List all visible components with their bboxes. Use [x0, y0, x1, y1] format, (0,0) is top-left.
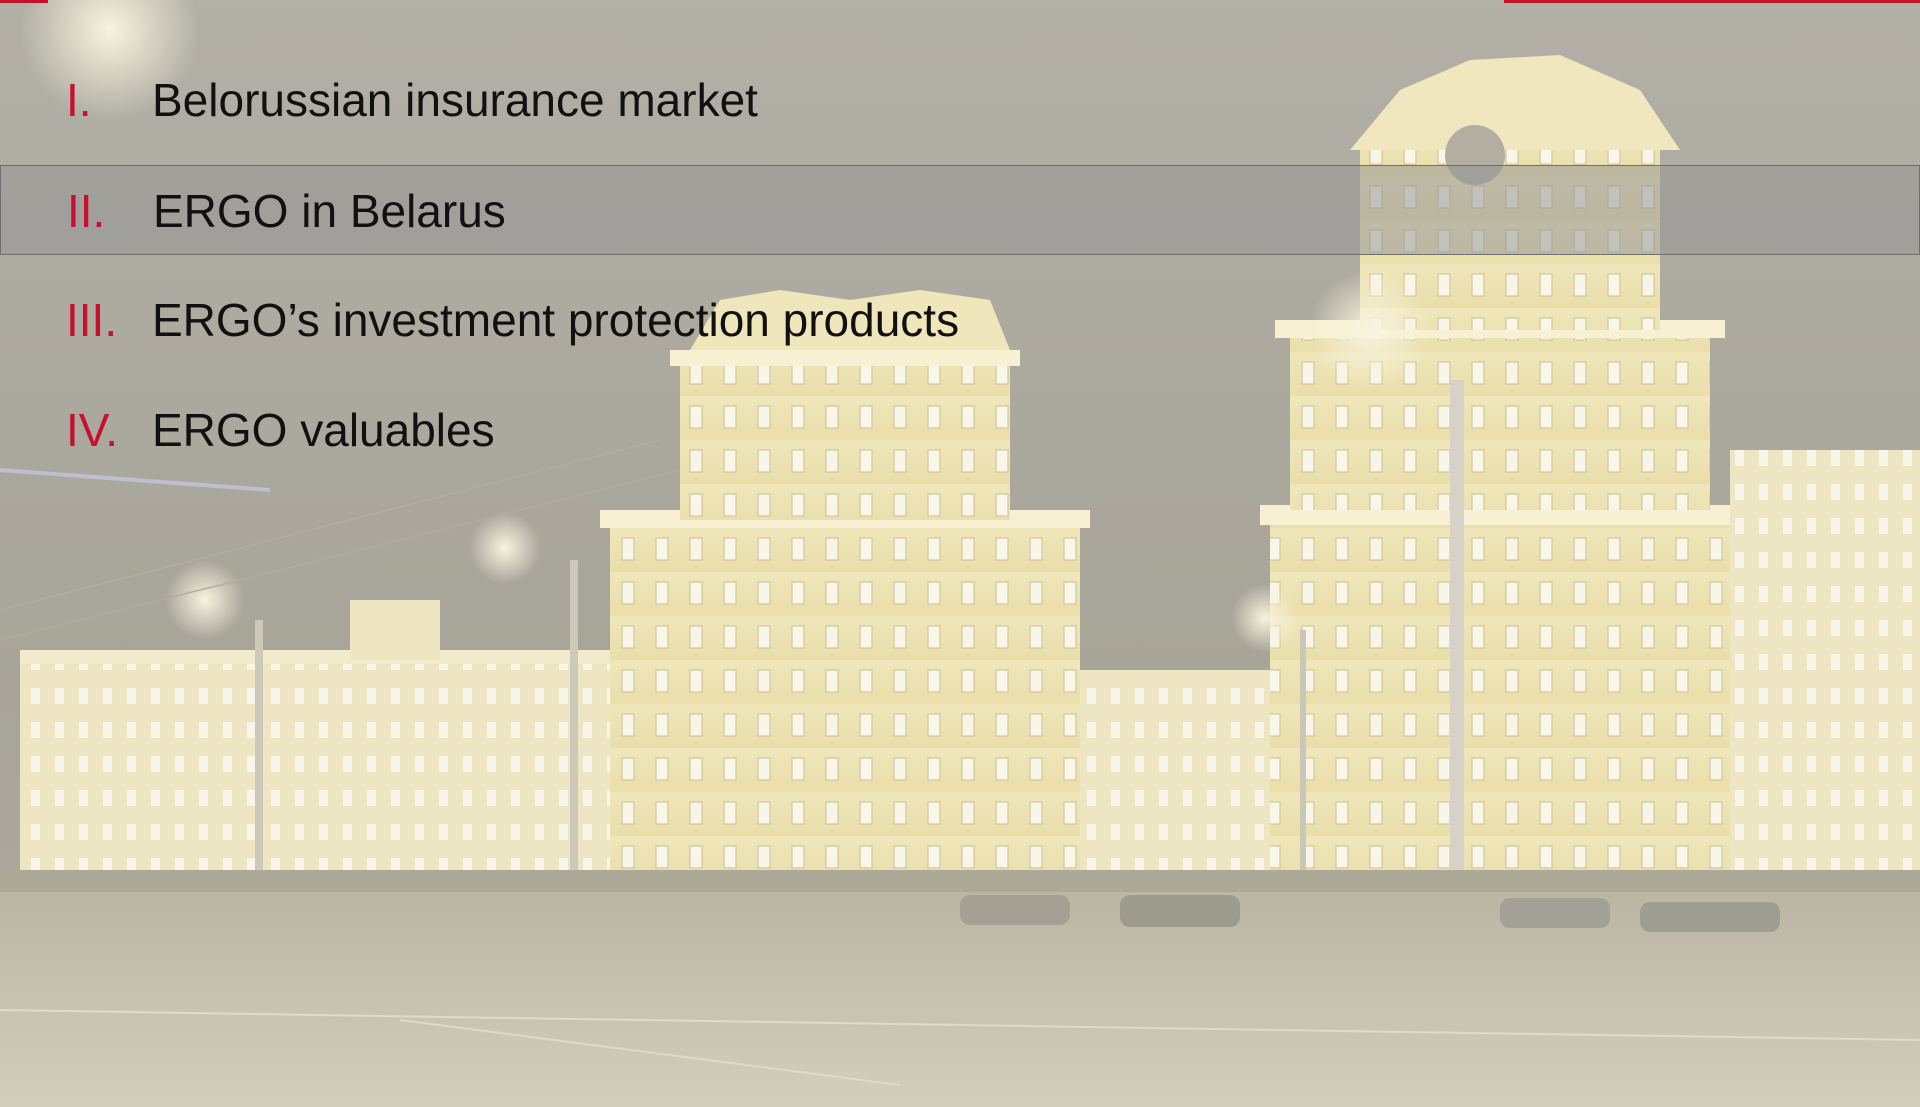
agenda-numeral: III. — [66, 294, 118, 346]
agenda-item-2: II. ERGO in Belarus — [0, 165, 1920, 255]
agenda-list: I. Belorussian insurance market II. ERGO… — [0, 55, 1920, 495]
agenda-item-4: IV. ERGO valuables — [0, 385, 1920, 475]
agenda-label: ERGO valuables — [152, 404, 495, 456]
agenda-label: ERGO in Belarus — [153, 185, 506, 237]
agenda-item-1: I. Belorussian insurance market — [0, 55, 1920, 145]
agenda-label: Belorussian insurance market — [152, 74, 758, 126]
agenda-numeral: II. — [67, 185, 106, 237]
top-accent-line-left — [0, 0, 48, 3]
top-accent-line-right — [1504, 0, 1920, 3]
agenda-numeral: I. — [66, 74, 92, 126]
agenda-numeral: IV. — [66, 404, 119, 456]
agenda-item-3: III. ERGO’s investment protection produc… — [0, 275, 1920, 365]
agenda-label: ERGO’s investment protection products — [152, 294, 960, 346]
